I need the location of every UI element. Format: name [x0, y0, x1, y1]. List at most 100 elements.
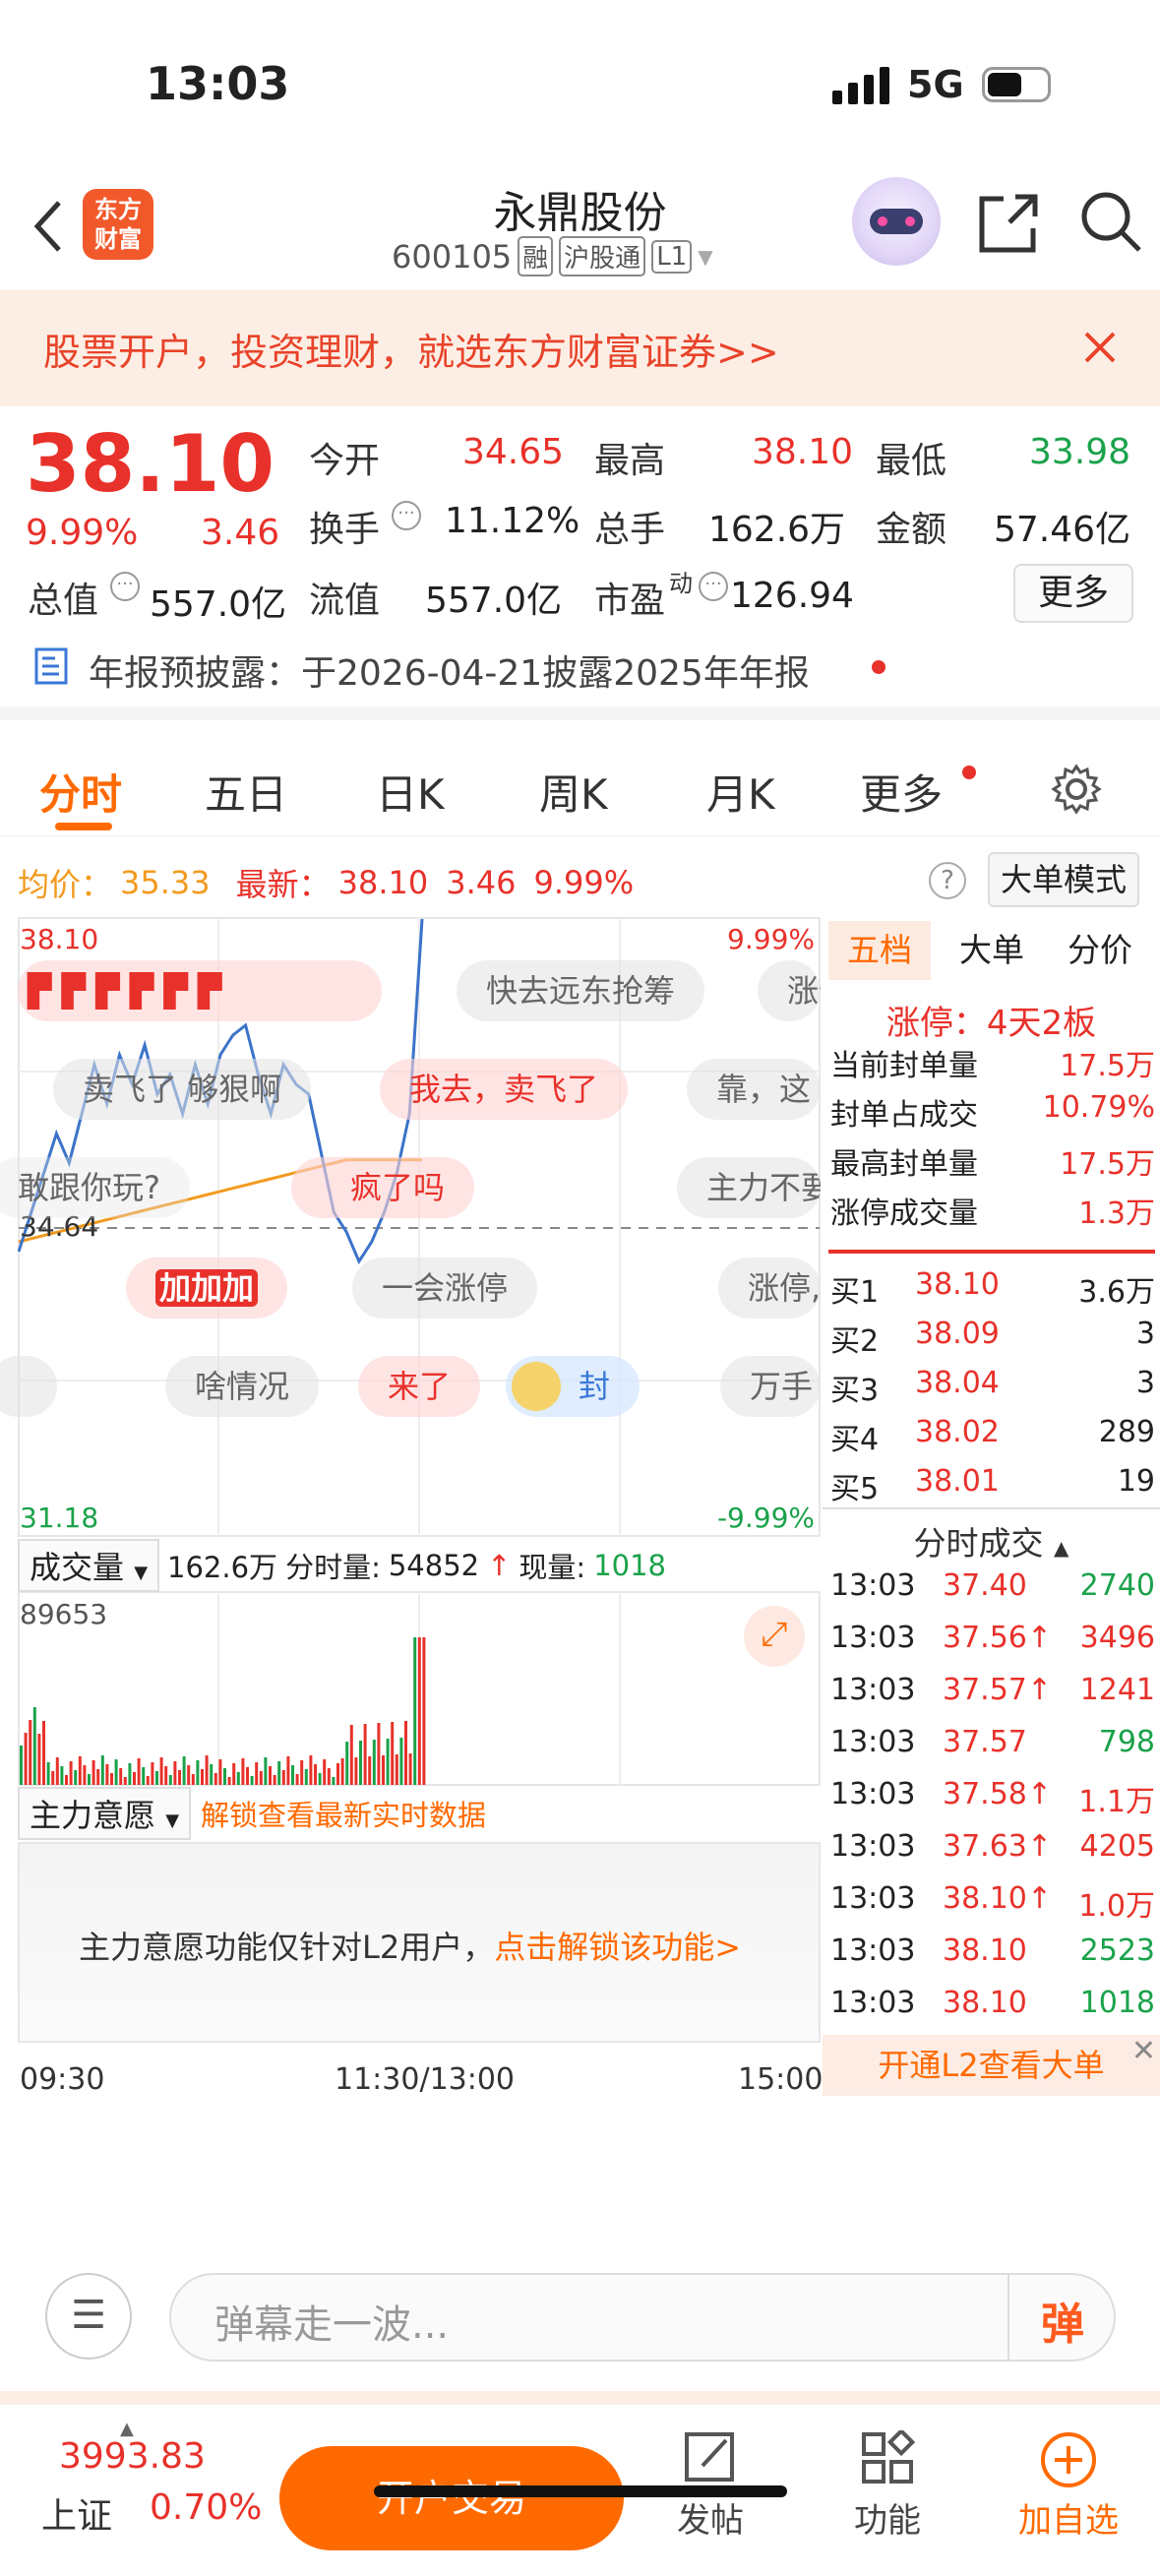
danmaku-item[interactable]: 万手	[720, 1356, 821, 1417]
intent-unlock-button[interactable]: 点击解锁该功能>	[494, 1929, 741, 1966]
rabbit-avatar-icon	[512, 1362, 561, 1411]
share-icon[interactable]	[976, 191, 1041, 256]
tab-weekly-k[interactable]: 周K	[539, 762, 608, 822]
limit-stat-value: 1.3万	[1078, 1196, 1155, 1231]
promo-text[interactable]: 股票开户，投资理财，就选东方财富证券>>	[43, 322, 779, 376]
robot-avatar-icon[interactable]	[852, 177, 941, 266]
settings-gear-icon[interactable]	[1051, 764, 1102, 815]
danmaku-item[interactable]: 涨停,	[718, 1257, 821, 1319]
large-order-mode-button[interactable]: 大单模式	[988, 852, 1139, 907]
danmaku-item[interactable]: 啥情况	[165, 1356, 320, 1417]
volume-bar	[60, 1766, 64, 1785]
bottom-divider	[0, 2391, 1160, 2405]
volume-bar	[46, 1762, 50, 1785]
volume-bar	[354, 1757, 358, 1785]
home-indicator	[374, 2485, 787, 2497]
dropdown-icon[interactable]: ▼	[698, 245, 712, 269]
index-ticker[interactable]: ▲ 3993.83 上证 0.70%	[20, 2419, 275, 2576]
l2-upgrade-banner[interactable]: 开通L2查看大单 ✕	[823, 2034, 1160, 2096]
l2-upgrade-text[interactable]: 开通L2查看大单	[878, 2047, 1104, 2084]
bid-row[interactable]: 买4 38.02 289	[830, 1415, 1155, 1457]
turnover-value: 11.12%	[445, 501, 580, 541]
trade-row: 13:03 38.10 1018	[830, 1986, 1155, 2025]
tab-large-orders[interactable]: 大单	[941, 921, 1043, 980]
volume-bar	[382, 1755, 385, 1785]
volume-bar	[173, 1761, 177, 1785]
close-icon[interactable]: ✕	[1131, 2021, 1156, 2082]
volume-bar	[377, 1723, 381, 1785]
tab-five-day[interactable]: 五日	[205, 762, 287, 822]
danmaku-item[interactable]: 疯了吗	[291, 1157, 475, 1218]
announcement-row[interactable]: 年报预披露：于2026-04-21披露2025年年报	[0, 633, 1160, 702]
add-favorite-button[interactable]: 加自选	[1009, 2430, 1128, 2558]
danmaku-item[interactable]: 敢跟你玩?	[0, 1157, 190, 1218]
index-pct: 0.70%	[150, 2487, 263, 2528]
volume-bar	[196, 1760, 200, 1785]
volume-label: 总手	[594, 510, 666, 550]
volume-bar	[133, 1772, 136, 1785]
tab-daily-k[interactable]: 日K	[376, 762, 445, 822]
danmaku-send-button[interactable]: 弹	[1041, 2289, 1084, 2352]
help-icon[interactable]: ?	[929, 862, 966, 899]
info-icon[interactable]: ···	[392, 501, 421, 530]
danmaku-item[interactable]: 封	[506, 1356, 641, 1417]
danmaku-item[interactable]: 来了	[358, 1356, 481, 1417]
trade-time: 13:03	[830, 1568, 916, 1603]
trade-row: 13:03 38.10↑ 1.0万	[830, 1881, 1155, 1924]
mktcap-value: 557.0亿	[150, 584, 287, 625]
bid-row[interactable]: 买1 38.10 3.6万	[830, 1267, 1155, 1310]
intent-unlock-link[interactable]: 解锁查看最新实时数据	[201, 1793, 486, 1834]
volume-bar	[327, 1768, 331, 1785]
time-mid: 11:30/13:00	[335, 2062, 516, 2097]
search-icon[interactable]	[1078, 189, 1143, 254]
tab-monthly-k[interactable]: 月K	[706, 762, 775, 822]
volume-bar	[83, 1765, 87, 1785]
volume-bar	[413, 1637, 417, 1785]
sort-up-icon[interactable]: ▲	[1054, 1536, 1068, 1560]
axis-bottom-price: 31.18	[20, 1502, 99, 1534]
tab-order-book[interactable]: 五档	[828, 921, 931, 980]
promo-banner[interactable]: 股票开户，投资理财，就选东方财富证券>>	[0, 290, 1160, 406]
volume-bar	[227, 1777, 231, 1785]
danmaku-item[interactable]: 主力不要	[677, 1157, 821, 1218]
volume-bar	[404, 1721, 407, 1785]
trade-volume: 1241	[1079, 1673, 1155, 1707]
danmaku-item[interactable]: 靠，这	[687, 1059, 821, 1120]
bid-label: 买2	[830, 1324, 880, 1359]
more-button[interactable]: 更多	[1013, 564, 1133, 623]
info-icon[interactable]: ···	[110, 572, 140, 601]
bid-volume: 3	[1135, 1317, 1155, 1351]
trade-row: 13:03 37.57 798	[830, 1725, 1155, 1764]
amount-value: 57.46亿	[994, 510, 1131, 550]
intent-selector[interactable]: 主力意愿 ▼	[18, 1787, 192, 1840]
volume-selector[interactable]: 成交量 ▼	[18, 1539, 160, 1592]
danmaku-item[interactable]: 一会涨停	[352, 1257, 538, 1319]
announcement-text[interactable]: 年报预披露：于2026-04-21披露2025年年报	[89, 644, 810, 696]
danmaku-item[interactable]: 加加加	[126, 1257, 288, 1319]
bid-row[interactable]: 买5 38.01 19	[830, 1464, 1155, 1506]
danmaku-item[interactable]: 快去远东抢筹	[457, 960, 705, 1021]
volume-bar	[210, 1764, 214, 1785]
comment-input[interactable]: 弹幕走一波... 弹	[169, 2273, 1116, 2361]
info-icon[interactable]: ···	[699, 572, 728, 601]
expand-icon[interactable]: ⤢	[744, 1606, 805, 1667]
volume-bar	[309, 1755, 313, 1785]
bid-row[interactable]: 买2 38.09 3	[830, 1317, 1155, 1359]
danmaku-item[interactable]: 涨停	[758, 960, 821, 1021]
trade-price: 37.57↑	[943, 1673, 1053, 1707]
network-type: 5G	[907, 63, 964, 106]
bid-row[interactable]: 买3 38.04 3	[830, 1366, 1155, 1408]
danmaku-settings-icon[interactable]: ☰	[45, 2273, 132, 2360]
trade-button[interactable]: 开户交易	[279, 2446, 624, 2550]
function-button[interactable]: 功能	[838, 2427, 937, 2558]
danmaku-item[interactable]: 我去，卖飞了	[380, 1059, 629, 1120]
danmaku-item[interactable]: 卖飞了 够狠啊	[53, 1059, 312, 1120]
low-label: 最低	[876, 441, 947, 481]
tab-price-dist[interactable]: 分价	[1049, 921, 1151, 980]
volume-bar	[386, 1739, 390, 1785]
volume-period-label: 分时量:	[285, 1551, 381, 1584]
close-icon[interactable]	[1082, 330, 1118, 365]
tab-more[interactable]: 更多	[860, 762, 943, 822]
tab-intraday[interactable]: 分时	[39, 762, 122, 822]
intraday-chart[interactable]: 38.10 9.99% 31.18 -9.99% 34.64 ▛▛▛▛▛▛ 快去…	[0, 917, 823, 2097]
